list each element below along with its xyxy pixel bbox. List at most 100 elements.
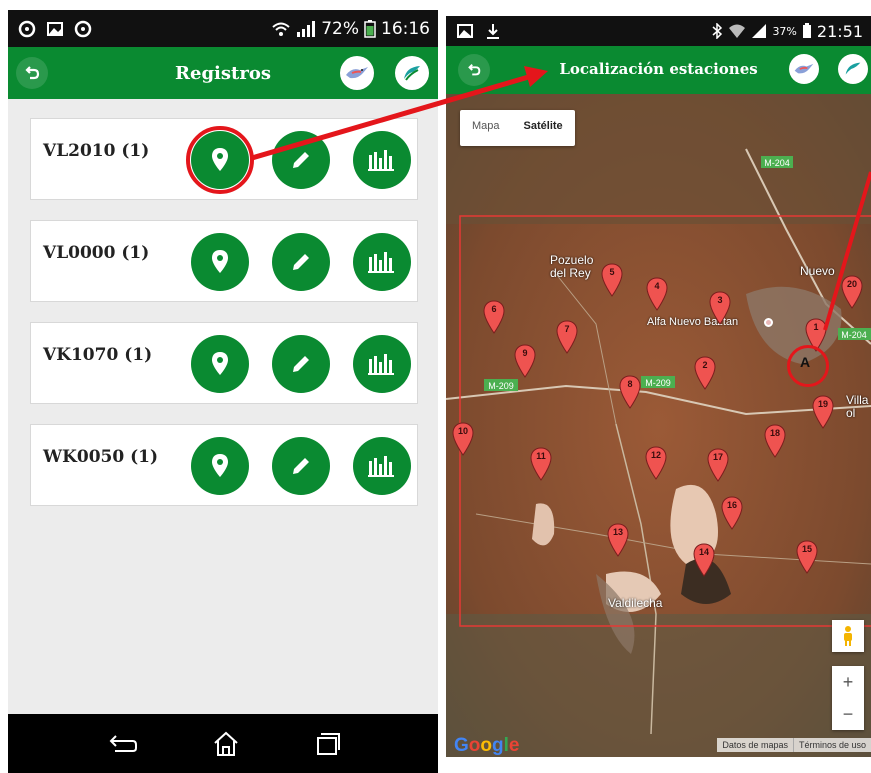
edit-button[interactable]	[272, 437, 330, 495]
terms-link[interactable]: Términos de uso	[792, 738, 871, 752]
map-pin-icon	[212, 352, 228, 375]
gallery-icon	[457, 24, 473, 38]
pegman-icon	[844, 626, 852, 646]
status-time: 16:16	[381, 18, 430, 39]
location-button[interactable]	[191, 437, 249, 495]
map-footer: Google Datos de mapas Términos de uso	[446, 733, 871, 757]
station-marker[interactable]: 7	[556, 320, 578, 354]
zoom-in-button[interactable]: +	[843, 672, 854, 693]
stats-button[interactable]	[353, 233, 411, 291]
stats-button[interactable]	[353, 335, 411, 393]
station-marker[interactable]: 19	[812, 395, 834, 429]
wifi-icon	[729, 24, 746, 38]
map-data-link[interactable]: Datos de mapas	[717, 738, 793, 752]
list-item[interactable]: VL2010 (1)	[30, 118, 418, 200]
notification-circle-icon	[74, 20, 92, 37]
road-label: M-204	[841, 330, 867, 340]
place-label: Nuevo	[800, 264, 835, 278]
battery-icon	[802, 23, 811, 38]
leaf-logo-icon[interactable]	[838, 54, 868, 84]
records-list: VL2010 (1) VL0000 (1) VK1070 (1) WK0050 …	[30, 118, 418, 526]
poi-icon	[764, 318, 773, 327]
edit-button[interactable]	[272, 131, 330, 189]
station-marker[interactable]: 3	[709, 291, 731, 325]
station-marker[interactable]: 2	[694, 356, 716, 390]
map-type-satellite[interactable]: Satélite	[512, 110, 575, 146]
station-marker-label: 8	[627, 379, 633, 389]
bar-chart-icon	[368, 252, 394, 273]
station-marker-label: 7	[564, 324, 570, 334]
station-marker-label: 1	[813, 322, 819, 332]
pencil-icon	[293, 152, 309, 168]
nav-recents-icon[interactable]	[313, 732, 341, 756]
station-marker[interactable]: 5	[601, 263, 623, 297]
map-type-map[interactable]: Mapa	[460, 110, 512, 146]
download-icon	[487, 24, 499, 39]
station-marker-label: 9	[522, 348, 528, 358]
nav-home-icon[interactable]	[212, 731, 240, 757]
station-marker[interactable]: 8	[619, 375, 641, 409]
bird-logo-icon[interactable]	[789, 54, 819, 84]
map-screen: 37% 21:51 Localización estaciones M-204 …	[446, 16, 871, 757]
records-screen: 72% 16:16 Registros VL2010 (1) VL0000 (1…	[8, 10, 438, 773]
pencil-icon	[293, 458, 309, 474]
station-marker-label: 3	[717, 295, 723, 305]
stats-button[interactable]	[353, 437, 411, 495]
bird-logo-icon[interactable]	[340, 56, 374, 90]
station-marker[interactable]: 12	[645, 446, 667, 480]
station-marker-label: 5	[609, 267, 615, 277]
pencil-icon	[293, 356, 309, 372]
location-button[interactable]	[191, 335, 249, 393]
road-label: M-209	[488, 381, 514, 391]
station-marker[interactable]: 20	[841, 275, 863, 309]
gallery-icon	[47, 21, 63, 36]
station-marker[interactable]: 18	[764, 424, 786, 458]
station-marker[interactable]: 11	[530, 447, 552, 481]
station-marker-label: 6	[491, 304, 497, 314]
place-label: Villa ol	[846, 393, 869, 420]
list-item[interactable]: VL0000 (1)	[30, 220, 418, 302]
station-marker[interactable]: 6	[483, 300, 505, 334]
station-marker[interactable]: 14	[693, 543, 715, 577]
list-item[interactable]: WK0050 (1)	[30, 424, 418, 506]
current-marker[interactable]: A	[800, 354, 810, 370]
station-marker[interactable]: 16	[721, 496, 743, 530]
record-label: VL0000 (1)	[43, 243, 150, 263]
station-marker-label: 16	[726, 500, 737, 510]
zoom-out-button[interactable]: −	[843, 704, 854, 725]
map-pin-icon	[212, 250, 228, 273]
stats-button[interactable]	[353, 131, 411, 189]
station-marker[interactable]: 9	[514, 344, 536, 378]
station-marker[interactable]: 13	[607, 523, 629, 557]
station-marker[interactable]: 17	[707, 448, 729, 482]
notification-circle-icon	[18, 20, 36, 37]
map-type-control: Mapa Satélite	[460, 110, 575, 146]
battery-icon	[364, 19, 376, 38]
status-bar: 37% 21:51	[446, 16, 871, 46]
station-marker[interactable]: 15	[796, 540, 818, 574]
location-button[interactable]	[191, 233, 249, 291]
station-marker[interactable]: 10	[452, 422, 474, 456]
bar-chart-icon	[368, 150, 394, 171]
list-item[interactable]: VK1070 (1)	[30, 322, 418, 404]
app-bar: Localización estaciones	[446, 46, 871, 94]
bar-chart-icon	[368, 354, 394, 375]
station-marker-label: 19	[817, 399, 828, 409]
pencil-icon	[293, 254, 309, 270]
satellite-map[interactable]: M-204 M-209 M-209 M-204 Pozuelo del Rey …	[446, 94, 871, 757]
signal-icon	[752, 24, 767, 38]
system-nav-bar	[8, 714, 438, 773]
road-label: M-209	[645, 378, 671, 388]
record-label: VK1070 (1)	[43, 345, 153, 365]
map-pin-icon	[212, 454, 228, 477]
station-marker-label: 20	[846, 279, 857, 289]
pegman-button[interactable]	[832, 620, 864, 652]
leaf-logo-icon[interactable]	[395, 56, 429, 90]
edit-button[interactable]	[272, 335, 330, 393]
edit-button[interactable]	[272, 233, 330, 291]
highlight-ring	[186, 126, 254, 194]
station-marker-label: 14	[698, 547, 709, 557]
road-label: M-204	[764, 158, 790, 168]
nav-back-icon[interactable]	[105, 733, 139, 755]
station-marker[interactable]: 4	[646, 277, 668, 311]
